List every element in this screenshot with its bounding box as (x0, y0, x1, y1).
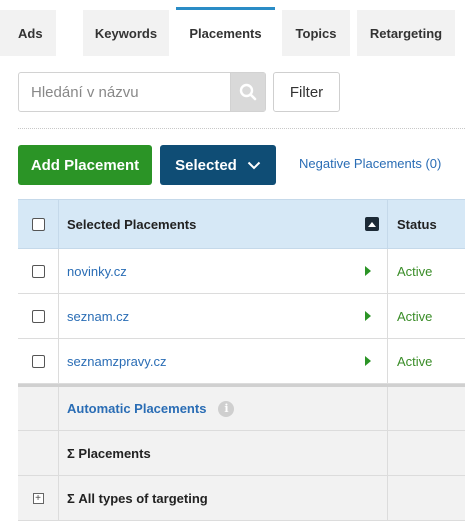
search-icon (239, 83, 257, 101)
automatic-placements-link[interactable]: Automatic Placements (67, 401, 206, 416)
selected-label: Selected (175, 156, 237, 174)
row-check-cell: + (18, 476, 59, 520)
tab-bar: Ads Keywords Placements Topics Retargeti… (0, 0, 465, 56)
automatic-placements-cell: Automatic Placements i (59, 387, 387, 430)
placement-name-cell: seznamzpravy.cz (59, 339, 387, 383)
all-targeting-label: Σ All types of targeting (67, 490, 208, 506)
table-row: novinky.cz Active (18, 249, 465, 294)
column-header-label: Selected Placements (67, 216, 197, 232)
tab-ads[interactable]: Ads (0, 10, 56, 56)
row-check-cell (18, 249, 59, 293)
tab-label: Topics (295, 25, 337, 41)
column-header-selected-placements[interactable]: Selected Placements (59, 200, 387, 248)
negative-placements-link[interactable]: Negative Placements (0) (299, 156, 441, 171)
select-all-cell (18, 200, 59, 248)
placements-total-row: Σ Placements (18, 431, 465, 476)
tab-label: Placements (189, 25, 262, 41)
expand-plus-icon[interactable]: + (32, 492, 44, 504)
tab-retargeting[interactable]: Retargeting (357, 10, 455, 56)
row-check-cell (18, 431, 59, 475)
play-icon[interactable] (365, 266, 371, 276)
tab-label: Ads (18, 25, 43, 41)
tab-label: Keywords (94, 25, 158, 41)
search-button[interactable] (230, 73, 265, 111)
status-cell (387, 431, 465, 475)
placement-link[interactable]: novinky.cz (67, 264, 127, 279)
status-cell (387, 387, 465, 430)
tab-topics[interactable]: Topics (282, 10, 350, 56)
all-targeting-row: + Σ All types of targeting (18, 476, 465, 521)
play-icon[interactable] (365, 356, 371, 366)
tab-keywords[interactable]: Keywords (83, 10, 169, 56)
placement-name-cell: novinky.cz (59, 249, 387, 293)
placement-link[interactable]: seznamzpravy.cz (67, 354, 166, 369)
status-cell: Active (387, 339, 465, 383)
placements-table: Selected Placements Status novinky.cz Ac… (18, 199, 465, 521)
filter-button[interactable]: Filter (273, 72, 340, 112)
row-checkbox[interactable] (31, 264, 45, 278)
chevron-down-icon (247, 161, 261, 169)
tab-placements[interactable]: Placements (176, 7, 275, 56)
tab-label: Retargeting (369, 25, 443, 41)
status-cell: Active (387, 294, 465, 338)
select-all-checkbox[interactable] (31, 217, 45, 231)
status-cell (387, 476, 465, 520)
table-row: seznam.cz Active (18, 294, 465, 339)
placements-total-label: Σ Placements (67, 445, 151, 461)
sort-toggle-icon[interactable] (365, 217, 379, 231)
info-icon[interactable]: i (218, 400, 235, 417)
selected-dropdown-button[interactable]: Selected (160, 145, 276, 185)
column-header-status[interactable]: Status (387, 200, 465, 248)
play-icon[interactable] (365, 311, 371, 321)
table-header-row: Selected Placements Status (18, 199, 465, 249)
row-checkbox[interactable] (31, 354, 45, 368)
row-check-cell (18, 294, 59, 338)
add-placement-button[interactable]: Add Placement (18, 145, 152, 185)
search-input[interactable] (19, 73, 230, 111)
placement-name-cell: seznam.cz (59, 294, 387, 338)
row-check-cell (18, 387, 59, 430)
placement-link[interactable]: seznam.cz (67, 309, 129, 324)
automatic-placements-row: Automatic Placements i (18, 384, 465, 431)
row-checkbox[interactable] (31, 309, 45, 323)
search-box (18, 72, 266, 112)
status-cell: Active (387, 249, 465, 293)
table-row: seznamzpravy.cz Active (18, 339, 465, 384)
row-check-cell (18, 339, 59, 383)
divider (18, 128, 465, 129)
